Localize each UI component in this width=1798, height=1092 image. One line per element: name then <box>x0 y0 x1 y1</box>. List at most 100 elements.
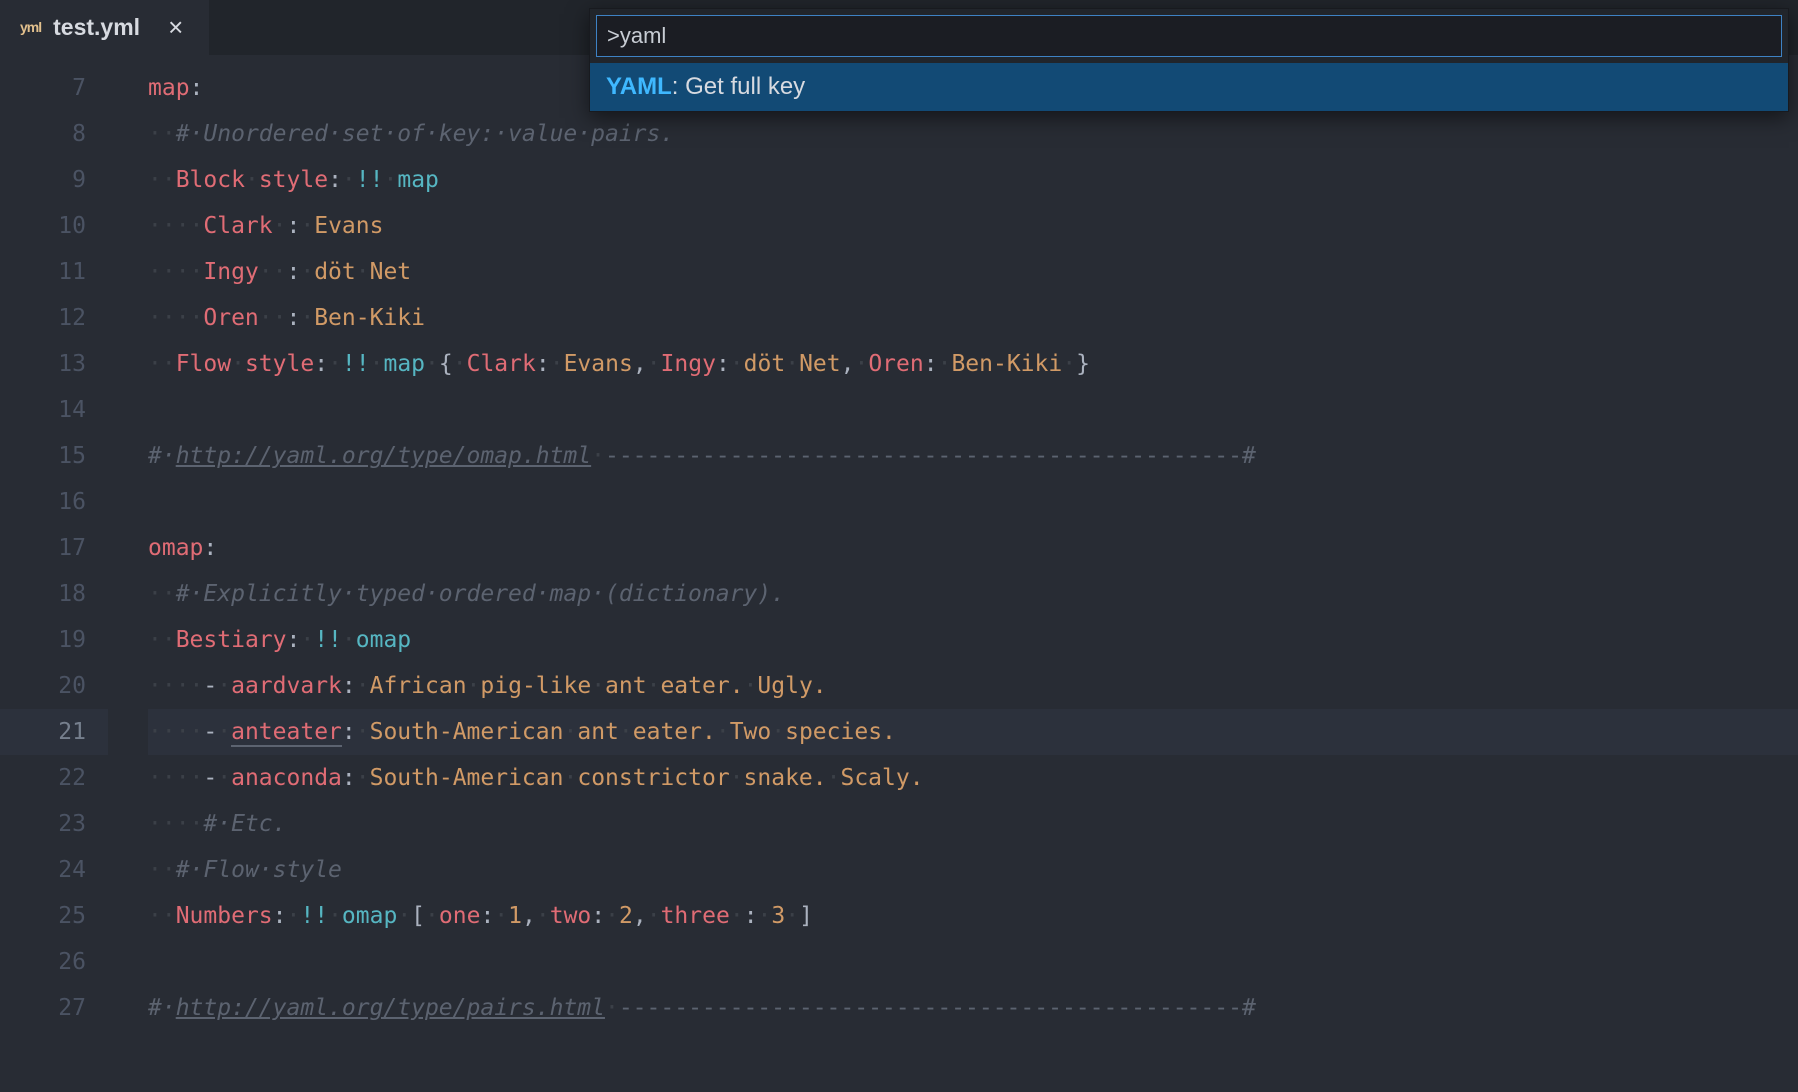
token-key: Block <box>176 167 245 193</box>
line-number: 22 <box>0 755 108 801</box>
code-line[interactable]: #·http://yaml.org/type/omap.html·-------… <box>148 433 1798 479</box>
token-ws: · <box>425 903 439 929</box>
line-number: 23 <box>0 801 108 847</box>
token-num: 2 <box>619 903 633 929</box>
token-ws: · <box>383 167 397 193</box>
token-colon: : <box>286 259 300 285</box>
token-str: South-American <box>370 765 564 791</box>
token-ws: · <box>730 903 744 929</box>
code-line[interactable] <box>148 387 1798 433</box>
token-ws: · <box>287 903 301 929</box>
token-num: 1 <box>508 903 522 929</box>
code-line[interactable]: ····-·anteater:·South-American·ant·eater… <box>148 709 1798 755</box>
token-ws: · <box>467 673 481 699</box>
code-line[interactable]: ··#·Explicitly·typed·ordered·map·(dictio… <box>148 571 1798 617</box>
code-line[interactable]: #·http://yaml.org/type/pairs.html·------… <box>148 985 1798 1031</box>
token-punc: { <box>439 351 453 377</box>
token-ws: · <box>605 903 619 929</box>
token-ws: ·· <box>148 627 176 653</box>
code-line[interactable]: ····Oren··:·Ben-Kiki <box>148 295 1798 341</box>
token-colon: : <box>342 673 356 699</box>
token-ws: ·· <box>148 121 176 147</box>
command-palette-item[interactable]: YAML: Get full key <box>590 63 1788 111</box>
line-number: 13 <box>0 341 108 387</box>
token-punc: [ <box>411 903 425 929</box>
code-line[interactable] <box>148 479 1798 525</box>
code-line[interactable]: ··Numbers:·!!·omap·[·one:·1,·two:·2,·thr… <box>148 893 1798 939</box>
token-ws: ·· <box>148 351 176 377</box>
close-icon[interactable]: × <box>162 14 189 40</box>
command-palette-input[interactable] <box>596 15 1782 57</box>
token-ws: · <box>300 305 314 331</box>
token-ws: · <box>397 903 411 929</box>
token-key: anaconda <box>231 765 342 791</box>
code-line[interactable]: ····Ingy··:·döt·Net <box>148 249 1798 295</box>
line-number: 16 <box>0 479 108 525</box>
token-ws: ·· <box>259 259 287 285</box>
code-line[interactable]: ··Bestiary:·!!·omap <box>148 617 1798 663</box>
token-ws: · <box>563 719 577 745</box>
code-line[interactable]: ··#·Unordered·set·of·key:·value·pairs. <box>148 111 1798 157</box>
token-key: anteater <box>231 719 342 747</box>
token-ws: · <box>217 765 231 791</box>
token-colon: : <box>924 351 938 377</box>
token-cmt-dash: ----------------------------------------… <box>619 995 1256 1021</box>
token-ws: · <box>730 351 744 377</box>
code-line[interactable]: ··#·Flow·style <box>148 847 1798 893</box>
line-number: 26 <box>0 939 108 985</box>
editor[interactable]: 789101112131415161718192021222324252627 … <box>0 55 1798 1092</box>
token-ws: · <box>425 351 439 377</box>
token-ws: ···· <box>148 811 203 837</box>
token-cmt: #·Unordered·set·of·key:·value·pairs. <box>176 121 675 147</box>
line-number: 9 <box>0 157 108 203</box>
code-line[interactable]: ··Block·style:·!!·map <box>148 157 1798 203</box>
token-str: Net <box>799 351 841 377</box>
token-cmt: #· <box>148 995 176 1021</box>
token-colon: : <box>480 903 494 929</box>
token-ws: ···· <box>148 305 203 331</box>
token-key: three <box>661 903 730 929</box>
code-line[interactable]: omap: <box>148 525 1798 571</box>
line-number: 8 <box>0 111 108 157</box>
token-cmt: #·Etc. <box>203 811 286 837</box>
token-ws: · <box>938 351 952 377</box>
code-area[interactable]: map:··#·Unordered·set·of·key:·value·pair… <box>108 55 1798 1092</box>
token-ws: · <box>605 995 619 1021</box>
token-tag: !! <box>342 351 370 377</box>
token-ws: · <box>647 673 661 699</box>
token-colon: : <box>287 213 301 239</box>
token-colon: : <box>273 903 287 929</box>
token-key: Flow <box>176 351 231 377</box>
token-ws: · <box>591 673 605 699</box>
line-number: 24 <box>0 847 108 893</box>
token-ws: ···· <box>148 719 203 745</box>
token-ws: · <box>619 719 633 745</box>
token-punc: , <box>633 351 647 377</box>
code-line[interactable]: ··Flow·style:·!!·map·{·Clark:·Evans,·Ing… <box>148 341 1798 387</box>
code-line[interactable] <box>148 939 1798 985</box>
token-ws: · <box>328 351 342 377</box>
token-ws: ·· <box>148 903 176 929</box>
line-number: 19 <box>0 617 108 663</box>
line-number: 15 <box>0 433 108 479</box>
token-ws: · <box>536 903 550 929</box>
tab-test-yml[interactable]: yml test.yml × <box>0 0 209 55</box>
line-number: 25 <box>0 893 108 939</box>
token-key: one <box>439 903 481 929</box>
token-tag: !! <box>356 167 384 193</box>
token-str: eater. <box>633 719 716 745</box>
token-ws: · <box>744 673 758 699</box>
token-key: aardvark <box>231 673 342 699</box>
code-line[interactable]: ····Clark·:·Evans <box>148 203 1798 249</box>
code-line[interactable]: ····-·aardvark:·African·pig-like·ant·eat… <box>148 663 1798 709</box>
token-ws: ···· <box>148 213 203 239</box>
token-ws: ·· <box>148 581 176 607</box>
token-ws: · <box>342 167 356 193</box>
token-ws: · <box>563 765 577 791</box>
code-line[interactable]: ····#·Etc. <box>148 801 1798 847</box>
token-str: eater. <box>660 673 743 699</box>
code-line[interactable]: ····-·anaconda:·South-American·constrict… <box>148 755 1798 801</box>
yaml-file-icon: yml <box>20 19 41 35</box>
token-key: Clark <box>467 351 536 377</box>
token-ws: · <box>591 443 605 469</box>
